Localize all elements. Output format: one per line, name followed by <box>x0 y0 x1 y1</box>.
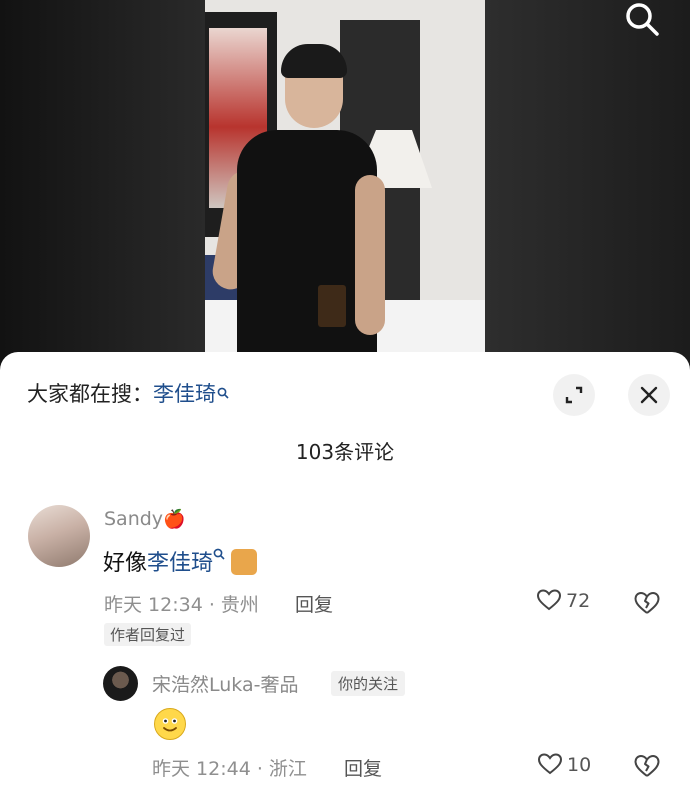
heart-icon <box>536 589 562 611</box>
comment-text-prefix: 好像 <box>103 551 148 576</box>
close-icon[interactable] <box>628 374 670 416</box>
heart-icon <box>537 753 563 775</box>
comment-count: 103条评论 <box>295 440 395 464</box>
video-frame <box>205 0 485 360</box>
reply-button[interactable]: 回复 <box>295 590 333 617</box>
broken-heart-icon[interactable] <box>633 753 661 783</box>
reply-button[interactable]: 回复 <box>344 754 382 781</box>
like-count: 72 <box>566 590 591 612</box>
broken-heart-icon[interactable] <box>633 590 661 620</box>
follow-badge: 你的关注 <box>331 671 406 696</box>
avatar[interactable] <box>28 505 90 567</box>
reply-username[interactable]: 宋浩然Luka-奢品 <box>152 670 298 697</box>
like-button[interactable]: 10 <box>537 752 591 776</box>
author-replied-tag: 作者回复过 <box>104 623 192 646</box>
hot-search-prefix: 大家都在搜： <box>27 382 153 406</box>
comment-time-location: 昨天 12:34 · 贵州 <box>104 594 259 616</box>
video-player[interactable] <box>0 0 690 372</box>
comments-sheet: 大家都在搜：李佳琦 103条评论 Sandy🍎 好像李佳琦 昨天 12:34 ·… <box>0 352 690 802</box>
avatar[interactable] <box>103 666 138 701</box>
reply-time-location: 昨天 12:44 · 浙江 <box>152 758 307 780</box>
comment-username[interactable]: Sandy🍎 <box>104 508 185 530</box>
apple-emoji: 🍎 <box>163 509 186 530</box>
comment-keyword-link[interactable]: 李佳琦 <box>147 551 213 576</box>
like-count: 10 <box>567 754 592 776</box>
expand-icon[interactable] <box>553 374 595 416</box>
bear-emoji-icon <box>231 549 258 575</box>
comment-text: 好像李佳琦 <box>103 545 258 577</box>
hot-search-keyword[interactable]: 李佳琦 <box>153 382 216 406</box>
hot-search-link[interactable]: 大家都在搜：李佳琦 <box>27 378 229 408</box>
smiling-emoji-icon <box>154 708 186 740</box>
search-icon[interactable] <box>622 0 662 40</box>
username-text: Sandy <box>104 508 164 530</box>
search-icon <box>217 380 229 404</box>
like-button[interactable]: 72 <box>536 588 590 612</box>
search-icon <box>213 548 225 560</box>
